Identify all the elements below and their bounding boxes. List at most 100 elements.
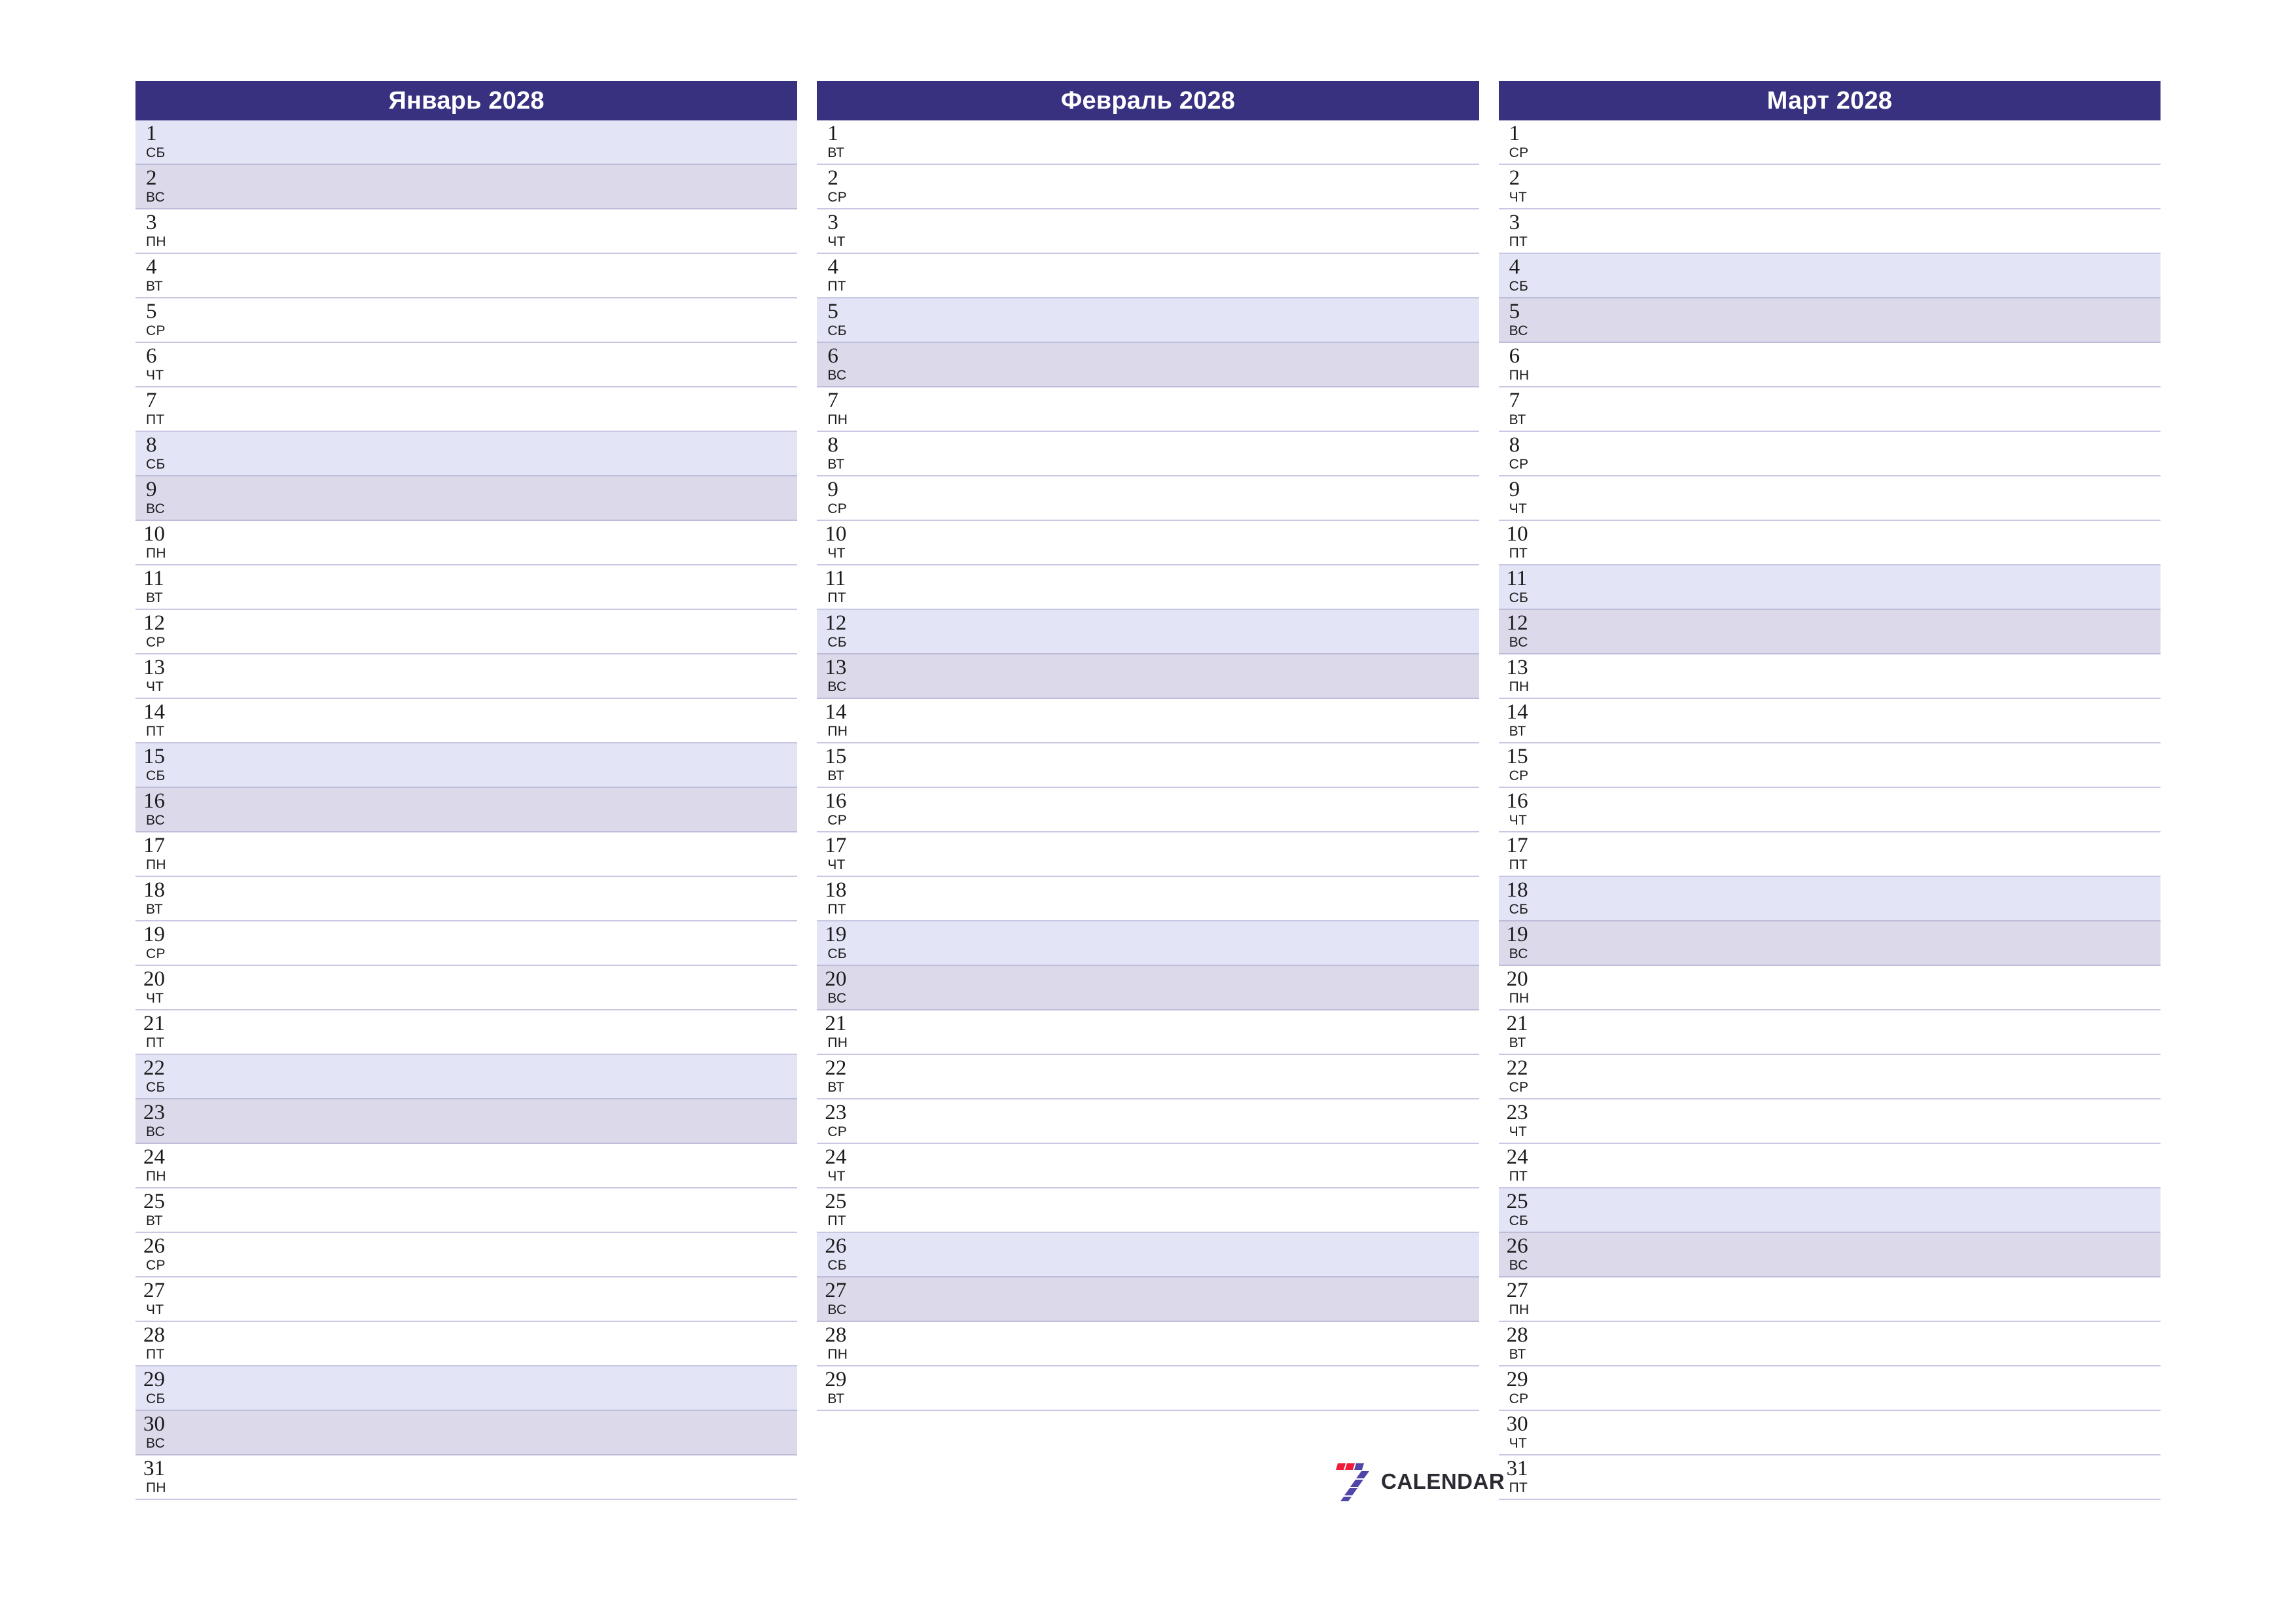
day-row[interactable]: 17 чт xyxy=(817,832,1479,877)
day-row[interactable]: 4 пт xyxy=(817,254,1479,298)
day-row[interactable]: 6 чт xyxy=(135,343,798,387)
day-row[interactable]: 1 вт xyxy=(817,120,1479,165)
day-row[interactable]: 21 пт xyxy=(135,1010,798,1055)
day-row[interactable]: 19 ср xyxy=(135,921,798,966)
day-row[interactable]: 26 вс xyxy=(1498,1233,2161,1277)
day-weekday: пн xyxy=(1509,368,1530,383)
day-row[interactable]: 16 ср xyxy=(817,788,1479,832)
day-row[interactable]: 22 вт xyxy=(817,1055,1479,1099)
day-row[interactable]: 11 пт xyxy=(817,565,1479,610)
day-weekday: пт xyxy=(827,279,846,294)
day-weekday: чт xyxy=(827,546,846,561)
day-row[interactable]: 8 вт xyxy=(817,432,1479,476)
day-row[interactable]: 26 ср xyxy=(135,1233,798,1277)
day-row[interactable]: 9 вс xyxy=(135,476,798,521)
day-row[interactable]: 28 вт xyxy=(1498,1322,2161,1366)
day-row[interactable]: 7 пт xyxy=(135,387,798,432)
day-row[interactable]: 15 ср xyxy=(1498,743,2161,788)
day-row[interactable]: 1 ср xyxy=(1498,120,2161,165)
day-row[interactable]: 5 вс xyxy=(1498,298,2161,343)
day-row[interactable]: 23 вс xyxy=(135,1099,798,1144)
day-row[interactable]: 15 вт xyxy=(817,743,1479,788)
day-row[interactable]: 11 сб xyxy=(1498,565,2161,610)
day-row[interactable]: 17 пн xyxy=(135,832,798,877)
day-row[interactable]: 16 вс xyxy=(135,788,798,832)
day-row[interactable]: 2 ср xyxy=(817,165,1479,209)
day-number: 18 xyxy=(825,878,847,902)
day-row[interactable]: 3 пт xyxy=(1498,209,2161,254)
day-row[interactable]: 9 чт xyxy=(1498,476,2161,521)
day-row[interactable]: 13 вс xyxy=(817,654,1479,699)
day-row[interactable]: 16 чт xyxy=(1498,788,2161,832)
day-row[interactable]: 19 сб xyxy=(817,921,1479,966)
day-row[interactable]: 26 сб xyxy=(817,1233,1479,1277)
day-row[interactable]: 18 пт xyxy=(817,877,1479,921)
day-number: 22 xyxy=(1506,1056,1528,1080)
day-row[interactable]: 18 сб xyxy=(1498,877,2161,921)
day-row[interactable]: 2 вс xyxy=(135,165,798,209)
day-row[interactable]: 13 чт xyxy=(135,654,798,699)
day-number: 16 xyxy=(143,789,165,813)
day-row[interactable]: 7 пн xyxy=(817,387,1479,432)
day-row[interactable]: 18 вт xyxy=(135,877,798,921)
day-row[interactable]: 4 сб xyxy=(1498,254,2161,298)
day-row[interactable]: 27 пн xyxy=(1498,1277,2161,1322)
day-row[interactable]: 23 ср xyxy=(817,1099,1479,1144)
day-row[interactable]: 1 сб xyxy=(135,120,798,165)
day-row[interactable]: 3 пн xyxy=(135,209,798,254)
day-row[interactable]: 12 сб xyxy=(817,610,1479,654)
day-row[interactable]: 25 вт xyxy=(135,1188,798,1233)
day-row[interactable]: 24 чт xyxy=(817,1144,1479,1188)
day-row[interactable]: 19 вс xyxy=(1498,921,2161,966)
day-row[interactable]: 22 сб xyxy=(135,1055,798,1099)
day-row[interactable]: 11 вт xyxy=(135,565,798,610)
day-row[interactable]: 29 сб xyxy=(135,1366,798,1411)
day-row[interactable]: 8 сб xyxy=(135,432,798,476)
day-row[interactable]: 10 пт xyxy=(1498,521,2161,565)
day-weekday: ср xyxy=(146,323,166,338)
day-row[interactable]: 25 пт xyxy=(817,1188,1479,1233)
day-row[interactable]: 23 чт xyxy=(1498,1099,2161,1144)
day-weekday: чт xyxy=(146,991,164,1006)
day-row[interactable]: 20 чт xyxy=(135,966,798,1010)
day-row[interactable]: 31 пт xyxy=(1498,1455,2161,1500)
day-row[interactable]: 28 пн xyxy=(817,1322,1479,1366)
day-row[interactable]: 3 чт xyxy=(817,209,1479,254)
day-row[interactable]: 31 пн xyxy=(135,1455,798,1500)
day-row[interactable]: 14 пн xyxy=(817,699,1479,743)
day-row[interactable]: 20 вс xyxy=(817,966,1479,1010)
day-weekday: чт xyxy=(827,234,846,249)
day-row[interactable]: 22 ср xyxy=(1498,1055,2161,1099)
day-row[interactable]: 4 вт xyxy=(135,254,798,298)
day-row[interactable]: 24 пн xyxy=(135,1144,798,1188)
day-row[interactable]: 9 ср xyxy=(817,476,1479,521)
day-row[interactable]: 10 чт xyxy=(817,521,1479,565)
day-row[interactable]: 21 пн xyxy=(817,1010,1479,1055)
day-row[interactable]: 27 чт xyxy=(135,1277,798,1322)
day-row[interactable]: 8 ср xyxy=(1498,432,2161,476)
day-row[interactable]: 30 вс xyxy=(135,1411,798,1455)
day-row[interactable]: 17 пт xyxy=(1498,832,2161,877)
day-row[interactable]: 27 вс xyxy=(817,1277,1479,1322)
day-row[interactable]: 25 сб xyxy=(1498,1188,2161,1233)
day-row[interactable]: 15 сб xyxy=(135,743,798,788)
day-row[interactable]: 2 чт xyxy=(1498,165,2161,209)
day-row[interactable]: 5 ср xyxy=(135,298,798,343)
day-row[interactable]: 10 пн xyxy=(135,521,798,565)
day-row[interactable]: 28 пт xyxy=(135,1322,798,1366)
day-row[interactable]: 5 сб xyxy=(817,298,1479,343)
day-row[interactable]: 24 пт xyxy=(1498,1144,2161,1188)
day-row[interactable]: 20 пн xyxy=(1498,966,2161,1010)
day-row[interactable]: 29 вт xyxy=(817,1366,1479,1411)
day-row[interactable]: 29 ср xyxy=(1498,1366,2161,1411)
day-row[interactable]: 21 вт xyxy=(1498,1010,2161,1055)
day-row[interactable]: 13 пн xyxy=(1498,654,2161,699)
day-row[interactable]: 6 вс xyxy=(817,343,1479,387)
day-row[interactable]: 12 вс xyxy=(1498,610,2161,654)
day-row[interactable]: 12 ср xyxy=(135,610,798,654)
day-row[interactable]: 14 пт xyxy=(135,699,798,743)
day-row[interactable]: 7 вт xyxy=(1498,387,2161,432)
day-row[interactable]: 14 вт xyxy=(1498,699,2161,743)
day-row[interactable]: 6 пн xyxy=(1498,343,2161,387)
day-row[interactable]: 30 чт xyxy=(1498,1411,2161,1455)
